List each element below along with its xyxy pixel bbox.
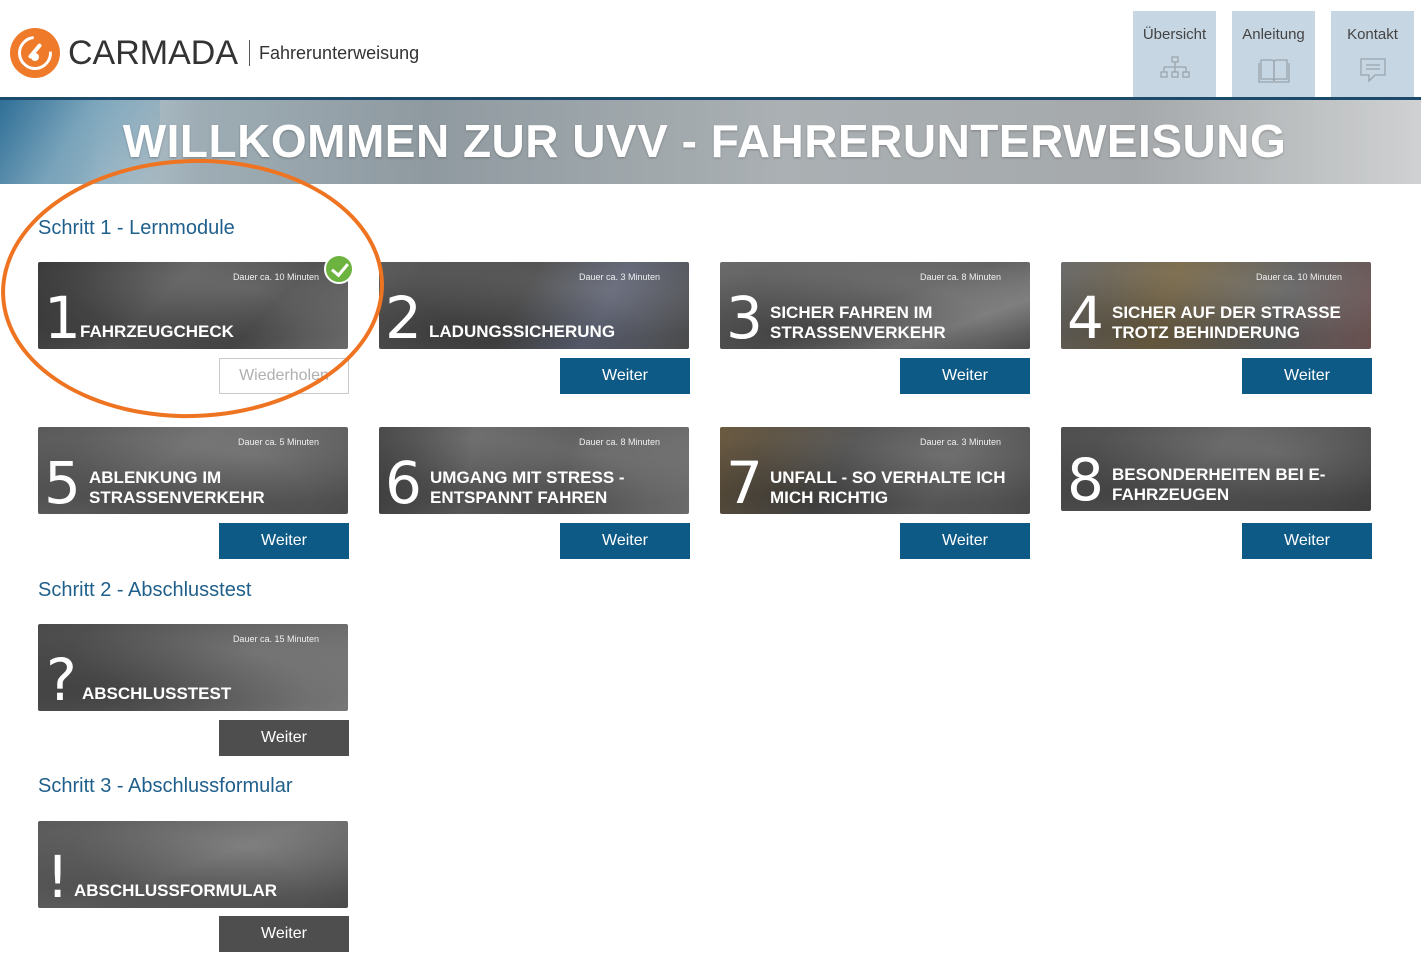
module-title: ABLENKUNG IM STRASSENVERKEHR bbox=[89, 468, 265, 508]
banner-title: WILLKOMMEN ZUR UVV - FAHRERUNTERWEISUNG bbox=[122, 115, 1287, 167]
module-duration: Dauer ca. 5 Minuten bbox=[237, 437, 319, 447]
continue-button-3[interactable]: Weiter bbox=[900, 358, 1030, 394]
logo-divider bbox=[249, 40, 251, 66]
module-title: SICHER FAHREN IM STRASSENVERKEHR bbox=[770, 303, 946, 343]
completed-check-icon bbox=[324, 254, 354, 284]
continue-button-2[interactable]: Weiter bbox=[560, 358, 690, 394]
carmada-logo[interactable]: CARMADA Fahrerunterweisung bbox=[10, 28, 419, 78]
final-form-card[interactable]: ! ABSCHLUSSFORMULAR bbox=[38, 821, 348, 908]
section-title-step2: Schritt 2 - Abschlusstest bbox=[38, 579, 252, 601]
module-number: 1 bbox=[44, 284, 81, 349]
repeat-button-1[interactable]: Wiederholen bbox=[219, 358, 349, 394]
final-test-card[interactable]: Dauer ca. 15 Minuten ? ABSCHLUSSTEST bbox=[38, 624, 348, 711]
module-number: 4 bbox=[1067, 284, 1104, 349]
brand-name: CARMADA bbox=[68, 33, 239, 72]
module-card-2[interactable]: Dauer ca. 3 Minuten 2 LADUNGSSICHERUNG bbox=[379, 262, 689, 349]
module-number: 2 bbox=[385, 284, 422, 349]
nav-label: Anleitung bbox=[1242, 26, 1305, 43]
module-title-line: ABLENKUNG IM bbox=[89, 468, 222, 487]
module-duration: Dauer ca. 10 Minuten bbox=[1255, 272, 1342, 282]
module-number: 3 bbox=[726, 284, 763, 349]
module-duration: Dauer ca. 3 Minuten bbox=[578, 272, 660, 282]
header: CARMADA Fahrerunterweisung Übersicht Anl… bbox=[0, 0, 1421, 97]
module-duration: Dauer ca. 8 Minuten bbox=[578, 437, 660, 447]
module-duration: Dauer ca. 8 Minuten bbox=[919, 272, 1001, 282]
module-title: UNFALL - SO VERHALTE ICH MICH RICHTIG bbox=[770, 468, 1006, 508]
module-title: SICHER AUF DER STRASSE TROTZ BEHINDERUNG bbox=[1112, 303, 1341, 343]
form-title: ABSCHLUSSFORMULAR bbox=[74, 881, 278, 900]
continue-button-5[interactable]: Weiter bbox=[219, 523, 349, 559]
module-title-line: SICHER AUF DER STRASSE bbox=[1112, 303, 1341, 322]
continue-button-7[interactable]: Weiter bbox=[900, 523, 1030, 559]
module-title-line: MICH RICHTIG bbox=[770, 488, 889, 507]
module-card-1[interactable]: Dauer ca. 10 Minuten 1 FAHRZEUGCHECK bbox=[38, 262, 348, 349]
section-title-step3: Schritt 3 - Abschlussformular bbox=[38, 775, 293, 797]
module-title: UMGANG MIT STRESS - ENTSPANNT FAHREN bbox=[430, 468, 625, 508]
module-title-line: SICHER FAHREN IM bbox=[770, 303, 933, 322]
module-card-5[interactable]: Dauer ca. 5 Minuten 5 ABLENKUNG IM STRAS… bbox=[38, 427, 348, 514]
module-number: 5 bbox=[44, 449, 81, 514]
nav-anleitung[interactable]: Anleitung bbox=[1232, 11, 1315, 97]
module-card-7[interactable]: Dauer ca. 3 Minuten 7 UNFALL - SO VERHAL… bbox=[720, 427, 1030, 514]
module-title-line: BESONDERHEITEN BEI E- bbox=[1112, 465, 1326, 484]
welcome-banner: WILLKOMMEN ZUR UVV - FAHRERUNTERWEISUNG bbox=[0, 100, 1421, 184]
module-title-line: FAHRZEUGEN bbox=[1112, 485, 1230, 504]
module-number: 6 bbox=[385, 449, 422, 514]
module-title-line: STRASSENVERKEHR bbox=[89, 488, 265, 507]
continue-button-6[interactable]: Weiter bbox=[560, 523, 690, 559]
module-card-6[interactable]: Dauer ca. 8 Minuten 6 UMGANG MIT STRESS … bbox=[379, 427, 689, 514]
continue-button-8[interactable]: Weiter bbox=[1242, 523, 1372, 559]
module-title: FAHRZEUGCHECK bbox=[80, 322, 234, 341]
module-title-line: ENTSPANNT FAHREN bbox=[430, 488, 608, 507]
module-title-line: STRASSENVERKEHR bbox=[770, 323, 946, 342]
module-duration: Dauer ca. 3 Minuten bbox=[919, 437, 1001, 447]
test-duration: Dauer ca. 15 Minuten bbox=[232, 634, 319, 644]
nav-label: Kontakt bbox=[1347, 26, 1398, 43]
module-title-line: TROTZ BEHINDERUNG bbox=[1112, 323, 1300, 342]
continue-button-test[interactable]: Weiter bbox=[219, 720, 349, 756]
book-icon bbox=[1257, 59, 1290, 83]
module-number: 8 bbox=[1067, 446, 1104, 511]
module-card-4[interactable]: Dauer ca. 10 Minuten 4 SICHER AUF DER ST… bbox=[1061, 262, 1371, 349]
module-number: 7 bbox=[726, 449, 763, 514]
module-title-line: UNFALL - SO VERHALTE ICH bbox=[770, 468, 1006, 487]
module-title-line: UMGANG MIT STRESS - bbox=[430, 468, 625, 487]
nav-kontakt[interactable]: Kontakt bbox=[1331, 11, 1414, 97]
brand-subtitle: Fahrerunterweisung bbox=[259, 42, 420, 63]
module-duration: Dauer ca. 10 Minuten bbox=[232, 272, 319, 282]
module-card-3[interactable]: Dauer ca. 8 Minuten 3 SICHER FAHREN IM S… bbox=[720, 262, 1030, 349]
question-mark-icon: ? bbox=[46, 646, 77, 711]
chat-icon bbox=[1359, 58, 1386, 83]
top-nav: Übersicht Anleitung Kontakt bbox=[1133, 11, 1414, 97]
module-card-8[interactable]: 8 BESONDERHEITEN BEI E- FAHRZEUGEN bbox=[1061, 427, 1371, 511]
test-title: ABSCHLUSSTEST bbox=[82, 684, 232, 703]
section-title-step1: Schritt 1 - Lernmodule bbox=[38, 217, 235, 239]
nav-uebersicht[interactable]: Übersicht bbox=[1133, 11, 1216, 97]
exclamation-icon: ! bbox=[46, 843, 70, 908]
nav-label: Übersicht bbox=[1142, 26, 1207, 43]
continue-button-form[interactable]: Weiter bbox=[219, 916, 349, 952]
module-title: LADUNGSSICHERUNG bbox=[429, 322, 616, 341]
sitemap-icon bbox=[1159, 56, 1190, 78]
speedometer-icon bbox=[10, 28, 60, 78]
continue-button-4[interactable]: Weiter bbox=[1242, 358, 1372, 394]
module-title: BESONDERHEITEN BEI E- FAHRZEUGEN bbox=[1112, 465, 1325, 505]
